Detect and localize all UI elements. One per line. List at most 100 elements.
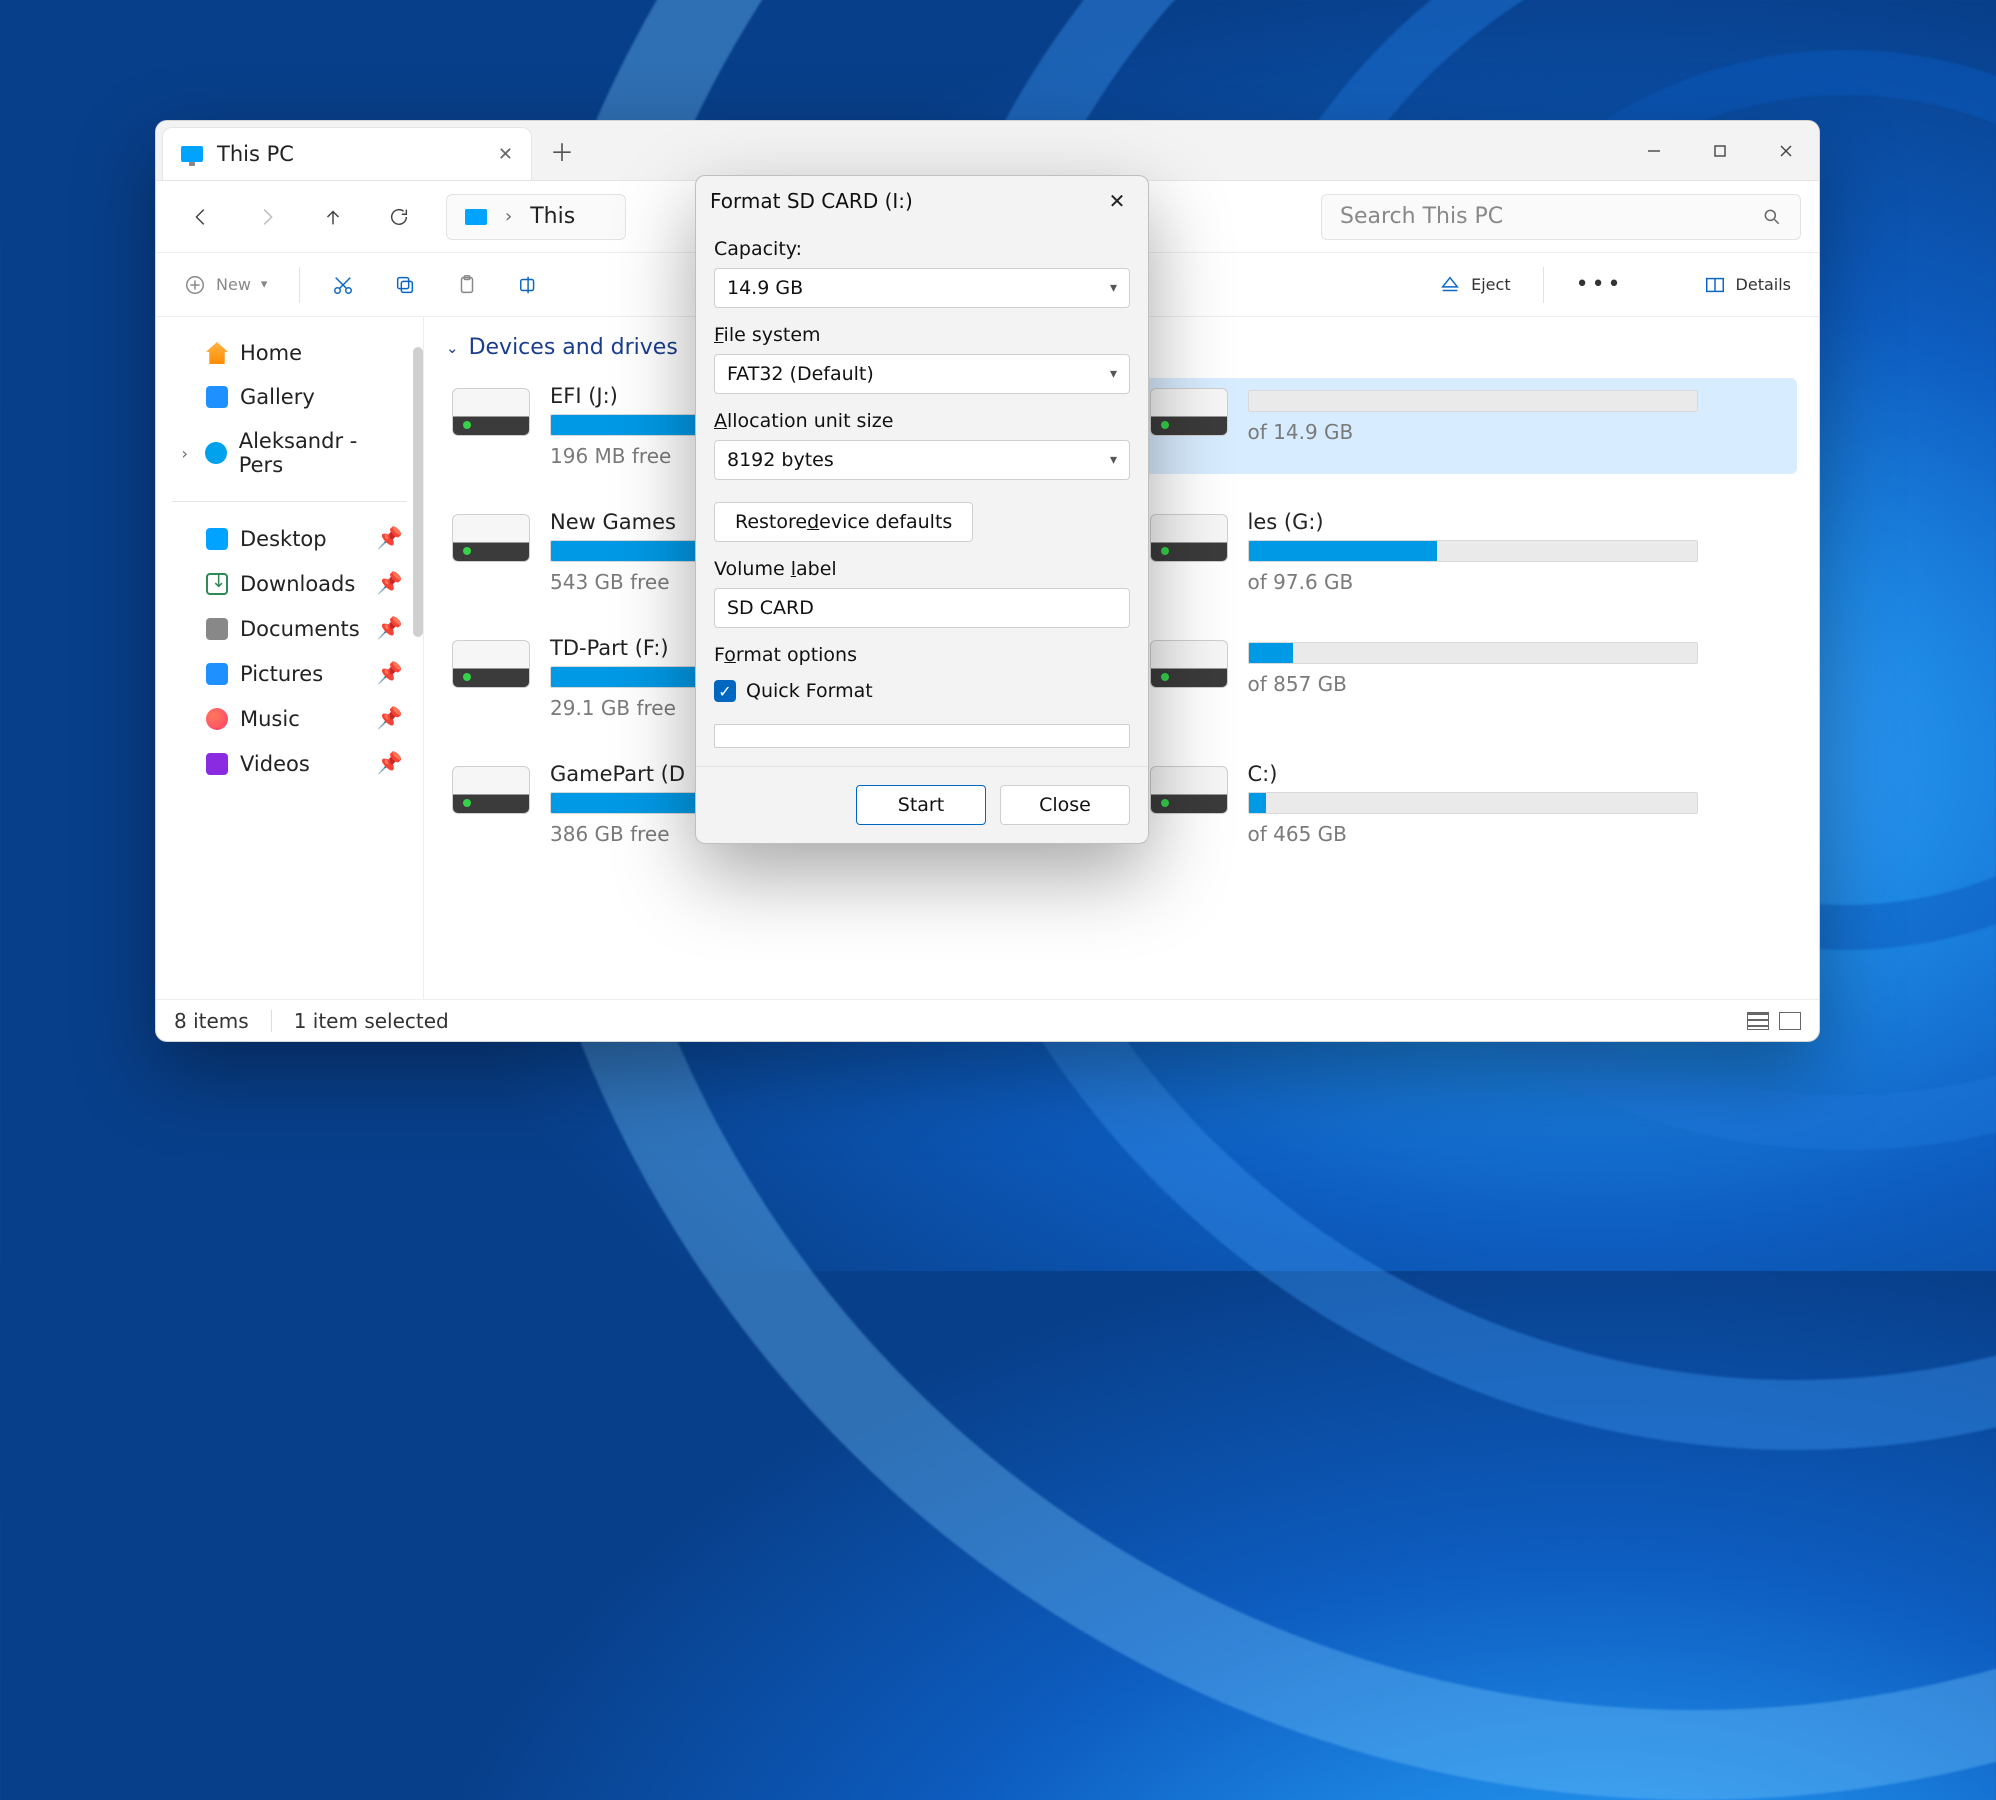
rename-icon	[518, 274, 540, 296]
address-bar[interactable]: › This	[446, 194, 626, 240]
cut-button[interactable]	[316, 266, 370, 304]
sidebar-item-pictures[interactable]: Pictures 📌	[166, 651, 413, 696]
maximize-button[interactable]	[1687, 121, 1753, 180]
pin-icon: 📌	[377, 526, 403, 551]
start-button[interactable]: Start	[856, 785, 986, 825]
quick-format-checkbox[interactable]: ✓ Quick Format	[714, 680, 1130, 702]
capacity-select[interactable]: 14.9 GB ▾	[714, 268, 1130, 308]
drive-name: C:)	[1248, 762, 1792, 786]
desktop-icon	[206, 528, 228, 550]
dialog-titlebar: Format SD CARD (I:) ✕	[696, 176, 1148, 226]
pin-icon: 📌	[377, 571, 403, 596]
drive-item[interactable]: of 14.9 GB	[1144, 378, 1798, 474]
copy-button[interactable]	[378, 266, 432, 304]
eject-button[interactable]: Eject	[1423, 266, 1526, 304]
divider	[299, 267, 300, 303]
sidebar-item-onedrive[interactable]: ›Aleksandr - Pers	[166, 419, 413, 487]
volume-label-input[interactable]: SD CARD	[714, 588, 1130, 628]
paste-button[interactable]	[440, 266, 494, 304]
drive-capacity-bar	[1248, 540, 1698, 562]
chevron-right-icon[interactable]: ›	[176, 444, 193, 463]
quick-format-label: Quick Format	[746, 680, 873, 702]
pin-icon: 📌	[377, 616, 403, 641]
titlebar: This PC ✕ ＋	[156, 121, 1819, 181]
drive-free-text: of 97.6 GB	[1248, 570, 1792, 594]
dialog-close-button[interactable]: ✕	[1100, 186, 1134, 216]
section-label: Devices and drives	[469, 335, 678, 360]
new-button[interactable]: New ▾	[168, 266, 283, 304]
copy-icon	[394, 274, 416, 296]
back-button[interactable]	[174, 195, 228, 239]
sidebar-item-desktop[interactable]: Desktop 📌	[166, 516, 413, 561]
pictures-icon	[206, 663, 228, 685]
sidebar-item-gallery[interactable]: Gallery	[166, 375, 413, 419]
drive-item[interactable]: les (G:) of 97.6 GB	[1144, 504, 1798, 600]
drive-icon	[1150, 766, 1228, 814]
home-icon	[206, 342, 228, 364]
volume-label-label: Volume label	[714, 558, 1130, 580]
divider	[271, 1010, 272, 1032]
documents-icon	[206, 618, 228, 640]
allocation-unit-size-value: 8192 bytes	[727, 449, 834, 471]
drive-item[interactable]: C:)of 465 GB	[1144, 756, 1798, 852]
sidebar-label: Home	[240, 341, 302, 365]
downloads-icon	[206, 573, 228, 595]
window-controls	[1621, 121, 1819, 180]
chevron-down-icon: ▾	[1110, 280, 1117, 296]
sidebar-label: Desktop	[240, 527, 327, 551]
sidebar-label: Documents	[240, 617, 360, 641]
tab-close-button[interactable]: ✕	[498, 144, 513, 165]
details-button[interactable]: Details	[1688, 266, 1807, 304]
sidebar-label: Pictures	[240, 662, 323, 686]
sidebar-item-videos[interactable]: Videos📌	[166, 741, 413, 786]
restore-defaults-button[interactable]: Restore device defaults	[714, 502, 973, 542]
drive-free-text: of 14.9 GB	[1248, 420, 1792, 444]
sidebar-item-documents[interactable]: Documents 📌	[166, 606, 413, 651]
ellipsis-icon: •••	[1576, 272, 1624, 297]
music-icon	[206, 708, 228, 730]
up-button[interactable]	[306, 195, 360, 239]
close-window-button[interactable]	[1753, 121, 1819, 180]
checkbox-checked-icon: ✓	[714, 680, 736, 702]
sidebar-item-home[interactable]: Home	[166, 331, 413, 375]
allocation-unit-size-select[interactable]: 8192 bytes ▾	[714, 440, 1130, 480]
sidebar-item-downloads[interactable]: Downloads 📌	[166, 561, 413, 606]
divider	[172, 501, 407, 502]
sidebar-label: Downloads	[240, 572, 355, 596]
status-bar: 8 items 1 item selected	[156, 999, 1819, 1041]
dialog-title: Format SD CARD (I:)	[710, 189, 913, 213]
details-label: Details	[1736, 275, 1791, 294]
more-button[interactable]: •••	[1560, 264, 1640, 305]
format-dialog: Format SD CARD (I:) ✕ Capacity: 14.9 GB …	[695, 175, 1149, 844]
details-view-button[interactable]	[1747, 1012, 1769, 1030]
drive-icon	[1150, 388, 1228, 436]
scrollbar-thumb[interactable]	[413, 347, 423, 637]
filesystem-value: FAT32 (Default)	[727, 363, 874, 385]
sidebar-label: Videos	[240, 752, 310, 776]
search-box[interactable]	[1321, 194, 1801, 240]
refresh-button[interactable]	[372, 195, 426, 239]
chevron-down-icon: ▾	[1110, 366, 1117, 382]
cloud-icon	[205, 442, 226, 464]
dialog-actions: Start Close	[696, 766, 1148, 843]
address-text: This	[530, 204, 575, 229]
videos-icon	[206, 753, 228, 775]
filesystem-select[interactable]: FAT32 (Default) ▾	[714, 354, 1130, 394]
drive-icon	[452, 766, 530, 814]
drive-icon	[1150, 514, 1228, 562]
drive-name: les (G:)	[1248, 510, 1792, 534]
sidebar-item-music[interactable]: Music📌	[166, 696, 413, 741]
new-tab-button[interactable]: ＋	[532, 121, 592, 180]
close-button[interactable]: Close	[1000, 785, 1130, 825]
drive-icon	[452, 514, 530, 562]
pin-icon: 📌	[377, 661, 403, 686]
drive-item[interactable]: of 857 GB	[1144, 630, 1798, 726]
forward-button[interactable]	[240, 195, 294, 239]
drive-info: of 14.9 GB	[1248, 384, 1792, 444]
minimize-button[interactable]	[1621, 121, 1687, 180]
tiles-view-button[interactable]	[1779, 1012, 1801, 1030]
drive-capacity-bar	[1248, 642, 1698, 664]
rename-button[interactable]	[502, 266, 556, 304]
tab-this-pc[interactable]: This PC ✕	[162, 127, 532, 180]
search-input[interactable]	[1340, 204, 1762, 229]
